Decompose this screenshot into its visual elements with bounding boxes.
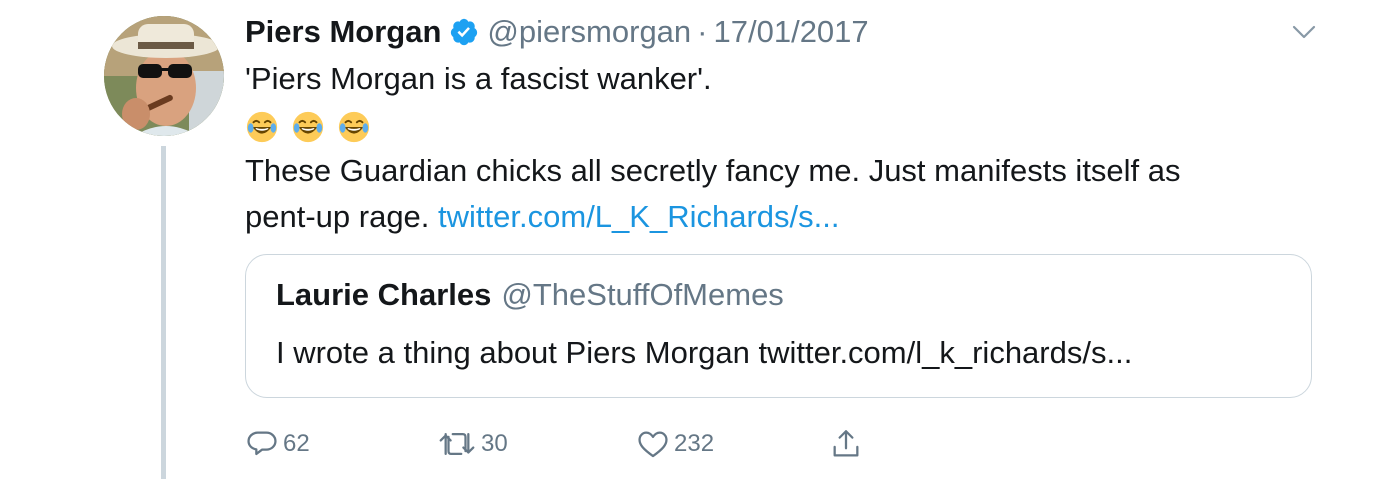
- quoted-tweet-header: Laurie Charles @TheStuffOfMemes: [276, 277, 784, 313]
- tweet-text-line-3: pent-up rage. twitter.com/L_K_Richards/s…: [245, 194, 1325, 240]
- quoted-author-handle: @TheStuffOfMemes: [501, 277, 784, 312]
- share-button[interactable]: [829, 424, 867, 464]
- reply-icon: [247, 431, 277, 456]
- retweet-count: 30: [481, 430, 508, 457]
- reply-button[interactable]: 62: [245, 424, 310, 464]
- tweet-date[interactable]: 17/01/2017: [714, 14, 869, 50]
- tweet-text-line-2: These Guardian chicks all secretly fancy…: [245, 153, 1181, 188]
- retweet-button[interactable]: 30: [437, 424, 508, 464]
- thread-line: [161, 146, 166, 479]
- retweet-icon: [439, 432, 475, 456]
- tweet[interactable]: Piers Morgan @piersmorgan · 17/01/2017 '…: [0, 0, 1400, 479]
- chevron-down-icon[interactable]: [1290, 20, 1318, 44]
- like-count: 232: [674, 430, 715, 457]
- tweet-text: 'Piers Morgan is a fascist wanker'. Thes…: [245, 56, 1325, 240]
- tweet-text-line-1: 'Piers Morgan is a fascist wanker'.: [245, 61, 712, 96]
- quoted-tweet[interactable]: Laurie Charles @TheStuffOfMemes I wrote a…: [245, 254, 1312, 398]
- author-name[interactable]: Piers Morgan: [245, 14, 441, 50]
- tweet-link[interactable]: twitter.com/L_K_Richards/s...: [438, 199, 839, 234]
- tweet-text-line-3-text: pent-up rage.: [245, 199, 430, 234]
- tweet-actions: 62 30 232: [245, 424, 945, 464]
- share-icon: [833, 430, 859, 457]
- avatar[interactable]: [104, 16, 224, 136]
- quoted-author-name: Laurie Charles: [276, 277, 492, 312]
- separator-dot: ·: [697, 14, 708, 49]
- face-with-tears-of-joy-icon: [338, 111, 370, 142]
- face-with-tears-of-joy-icon: [292, 111, 324, 142]
- like-button[interactable]: 232: [636, 424, 714, 464]
- face-with-tears-of-joy-icon: [246, 111, 278, 142]
- emoji-row: [245, 102, 1325, 148]
- verified-badge-icon: [449, 17, 479, 47]
- author-handle[interactable]: @piersmorgan: [487, 14, 691, 50]
- heart-icon: [638, 431, 668, 458]
- quoted-tweet-text: I wrote a thing about Piers Morgan twitt…: [276, 335, 1133, 370]
- reply-count: 62: [283, 430, 310, 457]
- tweet-header: Piers Morgan @piersmorgan · 17/01/2017: [245, 10, 869, 54]
